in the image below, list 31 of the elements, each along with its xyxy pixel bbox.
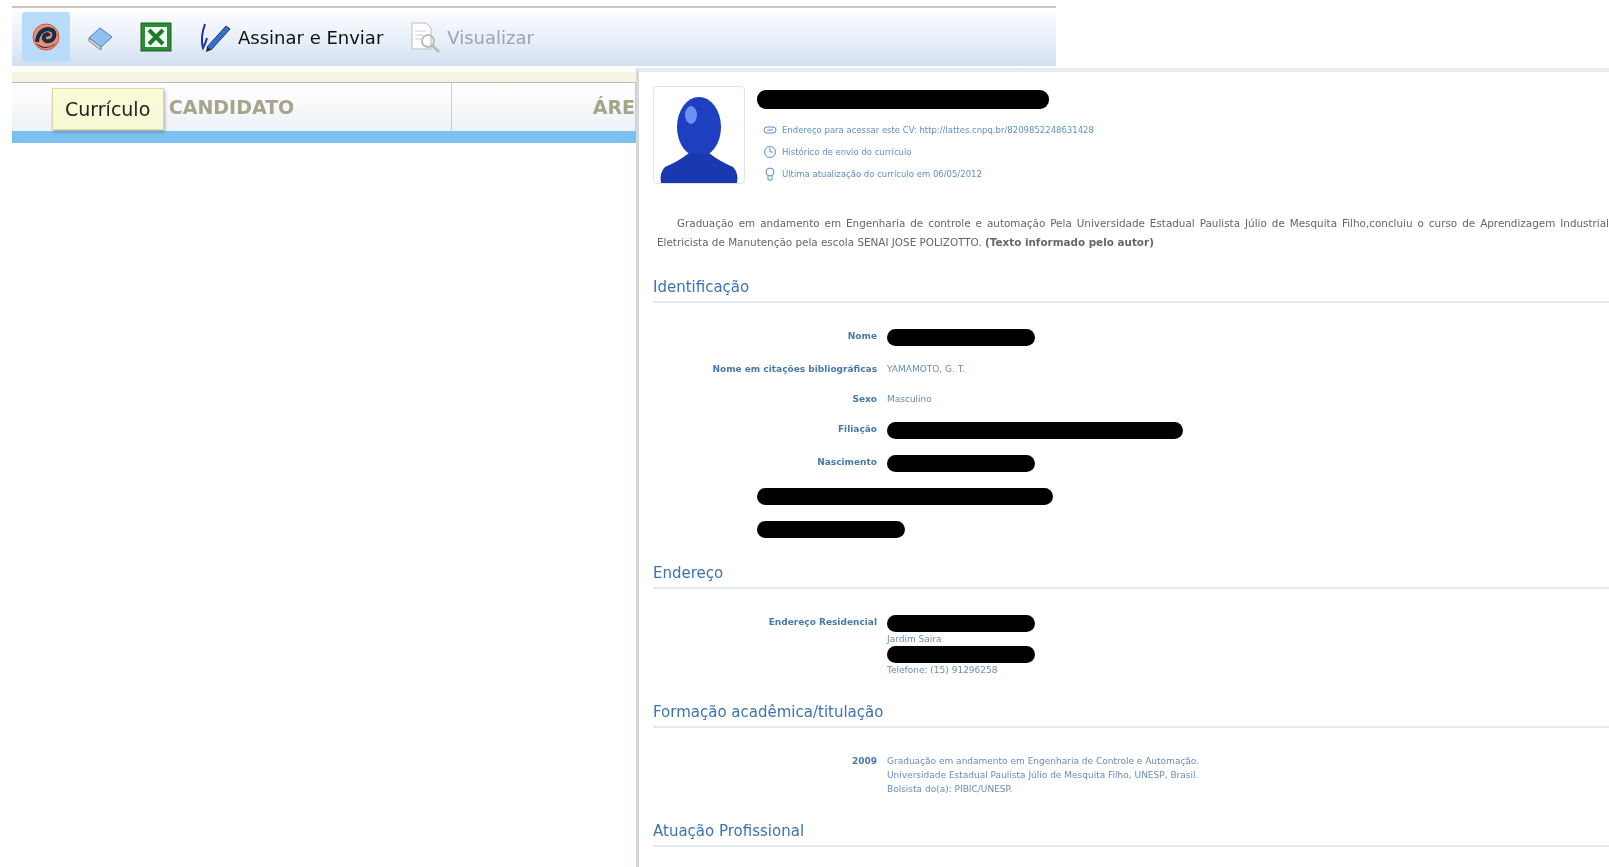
logo-icon [32,23,60,51]
field-label: Nome [846,330,877,343]
lightbulb-icon [763,167,777,181]
summary-paragraph: Graduação em andamento em Engenharia de controle e automação Pela Universidade Estadual Paulista Júlio de Mesquita Filho,concluiu o curso de Aprendizagem Industrial Eletricista de Manutenção pela escola SENAI JOSE POLIZOTTO. (Texto informado pelo autor) [657,216,1609,250]
field-label: Sexo [851,393,877,406]
clock-icon [763,145,777,159]
tooltip: Currículo [52,88,164,130]
spreadsheet-icon [140,22,172,52]
field-value: Bolsista do(a): PIBIC/UNESP. [887,783,1014,796]
field-label: Nascimento [816,456,877,469]
field-value: Masculino [887,393,933,406]
field-value: YAMAMOTO, G. T. [887,363,967,376]
field-value: Graduação em andamento em Engenharia de Controle e Automação. [887,755,1201,768]
field-label: Filiação [836,423,877,436]
cv-link[interactable]: Endereço para acessar este CV: http://lattes.cnpq.br/8209852248631428 [782,125,1094,135]
field-value: Jardim Saira [887,633,943,646]
cv-link[interactable]: Histórico de envio do currículo [782,147,912,157]
app-logo-button[interactable] [22,12,70,62]
section-title: Endereço [653,564,1609,589]
section-title: Atuação Profissional [653,822,1609,847]
magnifier-document-icon [409,21,442,53]
cv-link[interactable]: Última atualização do currículo em 06/05/2012 [782,169,982,179]
field-label: Nome em citações bibliográficas [711,363,877,376]
toolbar-button[interactable]: Assinar e Enviar [188,12,394,62]
link-icon [763,123,777,137]
field-value: Telefone: (15) 91296258 [887,664,999,677]
field-value: Universidade Estadual Paulista Júlio de Mesquita Filho, UNESP, Brasil. [887,769,1200,782]
field-label: 2009 [850,755,877,768]
section-title: Formação acadêmica/titulação [653,703,1609,728]
field-label: Endereço Residencial [767,616,877,629]
section-title: Identificação [653,278,1609,303]
